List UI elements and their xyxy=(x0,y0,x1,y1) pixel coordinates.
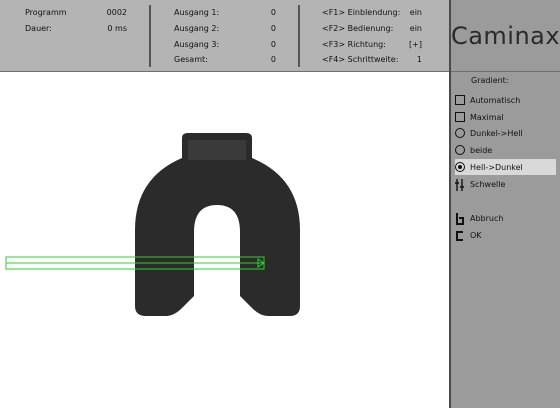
cancel-label: Abbruch xyxy=(470,213,504,223)
cancel-icon xyxy=(455,213,465,225)
radio-icon[interactable] xyxy=(455,128,465,138)
radio-selected-icon[interactable] xyxy=(455,162,465,172)
f3-label: <F3> Richtung: xyxy=(322,40,386,49)
radio-icon[interactable] xyxy=(455,145,465,155)
output3-value: 0 xyxy=(270,40,276,49)
duration-label: Dauer: xyxy=(25,24,52,33)
part-highlight xyxy=(188,140,246,160)
ok-label: OK xyxy=(470,230,482,240)
output1-label: Ausgang 1: xyxy=(174,8,220,17)
checkbox-icon[interactable] xyxy=(455,95,465,105)
f4-value: 1 xyxy=(416,55,422,64)
status-bar: Programm 0002 Dauer: 0 ms Ausgang 1: 0 A… xyxy=(0,0,449,72)
brand-logo: Caminax xyxy=(450,21,560,50)
option-label: Dunkel->Hell xyxy=(470,128,523,138)
ok-button[interactable]: OK xyxy=(455,227,556,243)
divider xyxy=(149,5,151,67)
option-automatisch[interactable]: Automatisch xyxy=(455,92,556,108)
option-label: beide xyxy=(470,145,493,155)
option-beide[interactable]: beide xyxy=(455,142,556,158)
f1-label: <F1> Einblendung: xyxy=(322,8,401,17)
threshold-icon xyxy=(455,179,465,191)
program-value: 0002 xyxy=(106,8,127,17)
side-panel: Caminax Gradient: Automatisch Maximal Du… xyxy=(451,0,560,408)
part-silhouette xyxy=(135,133,300,316)
checkbox-icon[interactable] xyxy=(455,112,465,122)
camera-image-view[interactable] xyxy=(0,72,449,408)
output3-label: Ausgang 3: xyxy=(174,40,220,49)
cancel-button[interactable]: Abbruch xyxy=(455,210,556,226)
output1-value: 0 xyxy=(270,8,276,17)
f2-value: ein xyxy=(409,24,422,33)
total-label: Gesamt: xyxy=(174,55,208,64)
option-label: Schwelle xyxy=(470,179,506,189)
output2-value: 0 xyxy=(270,24,276,33)
logo-area: Caminax xyxy=(451,0,560,72)
f1-value: ein xyxy=(409,8,422,17)
ok-icon xyxy=(455,230,465,241)
output2-label: Ausgang 2: xyxy=(174,24,220,33)
option-dunkel-hell[interactable]: Dunkel->Hell xyxy=(455,125,556,141)
camera-image xyxy=(5,133,300,316)
option-hell-dunkel[interactable]: Hell->Dunkel xyxy=(455,159,556,175)
option-label: Hell->Dunkel xyxy=(470,162,523,172)
option-label: Automatisch xyxy=(470,95,521,105)
option-schwelle[interactable]: Schwelle xyxy=(455,176,556,192)
gradient-title: Gradient: xyxy=(471,76,509,85)
option-maximal[interactable]: Maximal xyxy=(455,109,556,125)
duration-value: 0 ms xyxy=(107,24,127,33)
program-label: Programm xyxy=(25,8,67,17)
f4-label: <F4> Schrittweite: xyxy=(322,55,399,64)
f3-value: [+] xyxy=(409,40,422,49)
f2-label: <F2> Bedienung: xyxy=(322,24,394,33)
option-label: Maximal xyxy=(470,112,504,122)
total-value: 0 xyxy=(270,55,276,64)
divider xyxy=(298,5,300,67)
